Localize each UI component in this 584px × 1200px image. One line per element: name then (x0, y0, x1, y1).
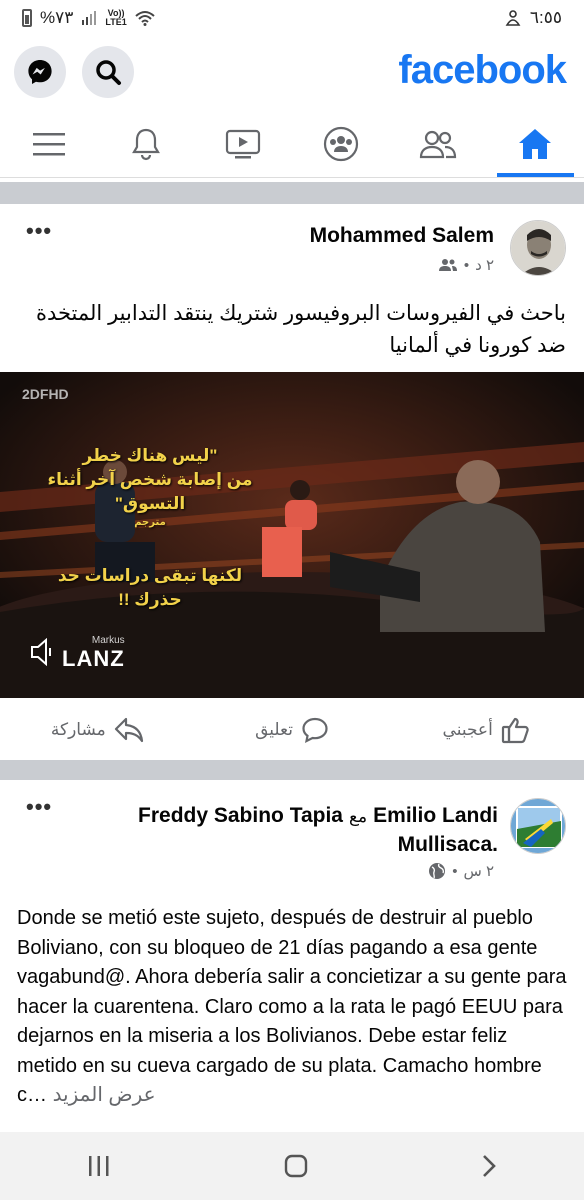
video-caption: "ليس هناك خطر من إصابة شخص آخر أثناء الت… (40, 444, 260, 612)
avatar-image (511, 221, 565, 275)
feed-divider (0, 182, 584, 204)
post-meta: ٢ س • (428, 862, 494, 880)
nav-friends[interactable] (389, 110, 486, 177)
post-author[interactable]: Mohammed Salem (310, 224, 494, 248)
post-options-button[interactable]: ••• (26, 218, 52, 244)
comment-icon (302, 717, 328, 743)
messenger-button[interactable] (14, 46, 66, 98)
bell-icon (132, 128, 160, 160)
main-nav (0, 110, 584, 178)
battery-icon (22, 9, 32, 27)
meta-separator: • (452, 862, 458, 880)
comment-button[interactable]: تعليق (195, 716, 390, 744)
signal-icon (82, 11, 97, 25)
post-actions: مشاركة تعليق أعجبني (0, 698, 584, 762)
battery-level: %٧٣ (40, 8, 74, 27)
notification-app-icon (505, 10, 521, 26)
like-icon (501, 717, 529, 744)
see-more-link[interactable]: عرض المزيد (53, 1084, 156, 1106)
share-icon (114, 717, 143, 743)
friends-icon (419, 130, 457, 158)
post-author-line: Freddy Sabino Tapia مع Emilio Landi Mull… (138, 802, 498, 856)
avatar-image (511, 799, 565, 853)
show-logo-top: Markus (91, 635, 125, 646)
nav-home[interactable] (487, 110, 584, 177)
facebook-logo[interactable]: facebook (398, 48, 567, 93)
status-right: ٦:٥٥ (504, 8, 562, 28)
share-button[interactable]: مشاركة (0, 717, 195, 743)
nav-watch[interactable] (195, 110, 292, 177)
groups-icon (323, 126, 358, 161)
network-sub-label: LTE1 (105, 17, 127, 27)
with-word: مع (349, 807, 368, 826)
comment-label: تعليق (255, 720, 293, 739)
caption-line-1: "ليس هناك خطر (82, 446, 218, 465)
mute-icon[interactable] (30, 638, 56, 666)
post-time[interactable]: ٢ س (463, 862, 494, 880)
menu-icon (32, 132, 65, 155)
recent-apps-icon[interactable] (87, 1155, 111, 1177)
post-text: باحث في الفيروسات البروفيسور شتريك ينتقد… (35, 302, 566, 357)
messenger-icon (28, 60, 52, 84)
search-icon (96, 60, 121, 85)
post-text-body: Donde se metió este sujeto, después de d… (17, 907, 567, 1106)
post-time[interactable]: ٢ د (475, 256, 494, 274)
feed-divider (0, 760, 584, 780)
like-button[interactable]: أعجبني (389, 716, 584, 744)
post-card: ••• Freddy Sabino Tapia مع Emilio Landi … (0, 780, 584, 1132)
share-label: مشاركة (50, 720, 106, 739)
clock: ٦:٥٥ (529, 8, 562, 27)
meta-separator: • (463, 256, 470, 274)
caption-line-4: لكنها تبقى دراسات حد حذرك !! (57, 566, 243, 609)
nav-groups[interactable] (292, 110, 389, 177)
home-icon (519, 128, 552, 159)
like-label: أعجبني (442, 720, 493, 739)
caption-line-3: مترجم (134, 517, 166, 528)
caption-line-2: من إصابة شخص آخر أثناء التسوق" (47, 470, 253, 513)
channel-logo: 2DFHD (22, 386, 69, 402)
status-left: %٧٣ Vo)) LTE1 (22, 8, 155, 28)
search-button[interactable] (82, 46, 134, 98)
system-navigation-bar (0, 1132, 584, 1200)
avatar[interactable] (510, 220, 566, 276)
nav-menu[interactable] (0, 110, 97, 177)
post-options-button[interactable]: ••• (26, 794, 52, 820)
show-logo-bottom: LANZ (62, 646, 125, 671)
back-icon[interactable] (481, 1154, 497, 1178)
show-logo: Markus LANZ (62, 634, 125, 670)
globe-icon (429, 863, 446, 879)
tagged-friend-cont[interactable]: Mullisaca (398, 833, 493, 856)
status-bar: %٧٣ Vo)) LTE1 ٦:٥٥ (0, 0, 584, 36)
post-author[interactable]: Emilio Landi (373, 802, 498, 830)
post-text: Donde se metió este sujeto, después de d… (17, 904, 570, 1111)
video-footer: Markus LANZ (30, 634, 125, 670)
nav-notifications[interactable] (97, 110, 194, 177)
tagged-friend[interactable]: Freddy Sabino Tapia (138, 802, 343, 830)
video-icon (226, 129, 261, 158)
post-video[interactable]: "ليس هناك خطر من إصابة شخص آخر أثناء الت… (0, 372, 584, 698)
home-button-icon[interactable] (284, 1154, 308, 1178)
wifi-icon (135, 11, 155, 26)
top-bar: facebook (0, 40, 584, 104)
avatar[interactable] (510, 798, 566, 854)
post-meta: ٢ د • (438, 256, 494, 274)
post-card: ••• Mohammed Salem ٢ د • باحث في الفيروس… (0, 204, 584, 760)
friends-audience-icon (438, 259, 457, 271)
